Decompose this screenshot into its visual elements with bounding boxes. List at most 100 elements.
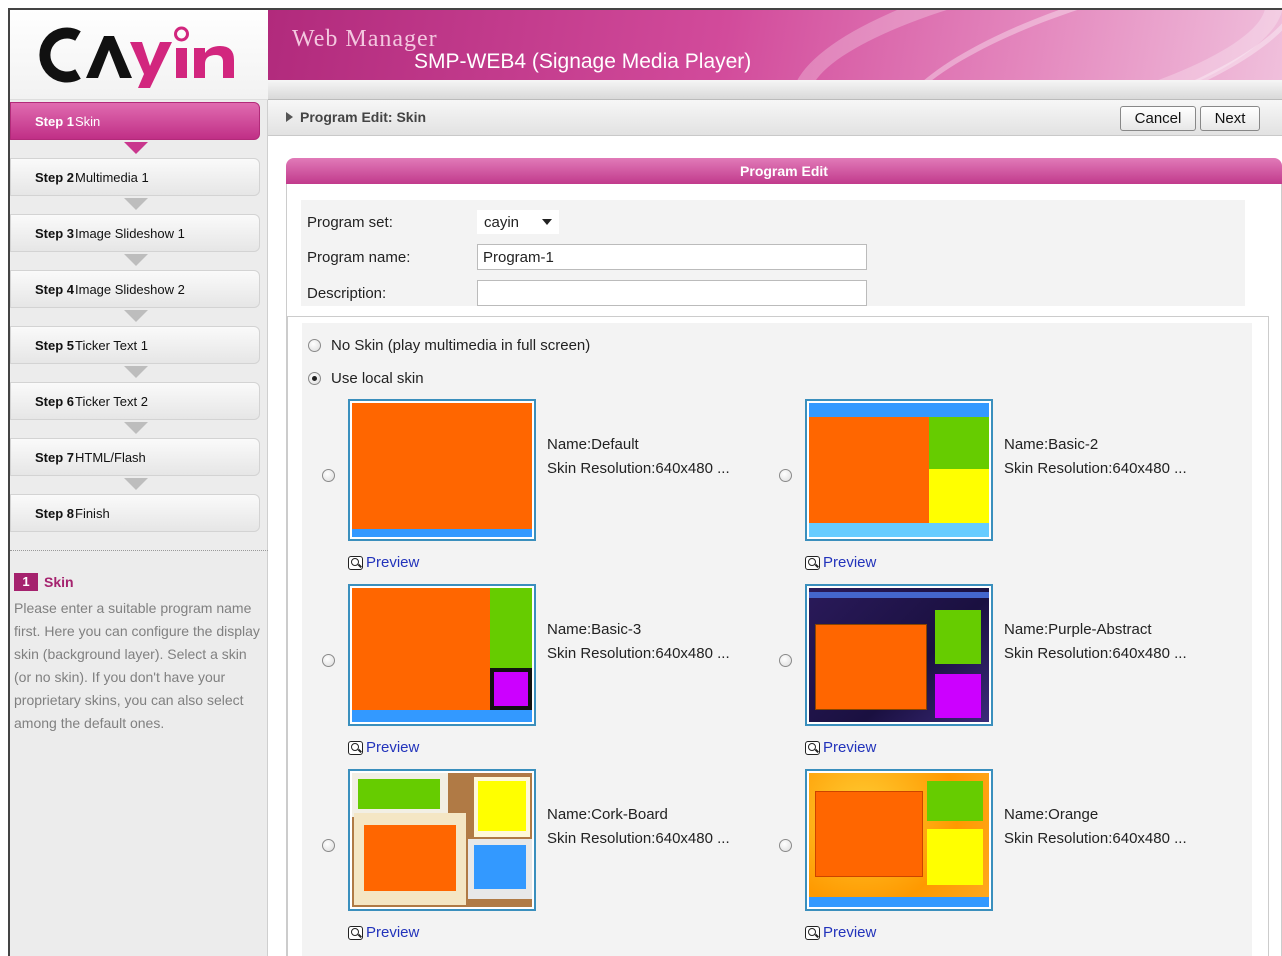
- skin-radio-basic-3[interactable]: [322, 654, 335, 667]
- program-set-value: cayin: [484, 213, 520, 231]
- program-name-label: Program name:: [307, 248, 411, 266]
- description-input[interactable]: [477, 280, 867, 306]
- triangle-right-icon: [286, 112, 293, 123]
- help-text: Please enter a suitable program name fir…: [14, 600, 260, 731]
- no-skin-option[interactable]: No Skin (play multimedia in full screen): [308, 337, 590, 354]
- step-number: Step 6: [35, 393, 75, 409]
- skin-resolution: Skin Resolution:640x480 ...: [547, 645, 730, 662]
- program-set-label: Program set:: [307, 213, 393, 231]
- magnifier-icon: [805, 555, 820, 570]
- step-name: Finish: [75, 505, 110, 521]
- cayin-logo: [38, 22, 243, 88]
- left-sidebar: Step 1 Skin Step 2 Multimedia 1 Step 3 I…: [10, 10, 268, 956]
- skin-resolution: Skin Resolution:640x480 ...: [547, 830, 730, 847]
- skin-resolution: Skin Resolution:640x480 ...: [547, 460, 730, 477]
- cayin-logo-icon: [39, 26, 234, 88]
- skin-thumbnail-cork-board[interactable]: [348, 769, 536, 911]
- skin-resolution: Skin Resolution:640x480 ...: [1004, 830, 1187, 847]
- skin-card-basic-2: Name:Basic-2 Skin Resolution:640x480 ...…: [779, 399, 1239, 584]
- local-skin-radio[interactable]: [308, 372, 321, 385]
- skin-thumbnail-orange[interactable]: [805, 769, 993, 911]
- app-title: Web Manager: [292, 26, 438, 52]
- step-number: Step 1: [35, 113, 75, 129]
- preview-link[interactable]: Preview: [348, 554, 419, 571]
- step-number: Step 2: [35, 169, 75, 185]
- breadcrumb: Program Edit: Skin: [286, 109, 426, 125]
- step-item-finish[interactable]: Step 8 Finish: [10, 494, 260, 532]
- skin-card-default: Name:Default Skin Resolution:640x480 ...…: [322, 399, 782, 584]
- step-name: Multimedia 1: [75, 169, 149, 185]
- step-arrow-icon: [124, 422, 148, 434]
- step-number: Step 7: [35, 449, 75, 465]
- skin-thumbnail-basic-2[interactable]: [805, 399, 993, 541]
- step-name: Ticker Text 1: [75, 337, 148, 353]
- step-item-skin[interactable]: Step 1 Skin: [10, 102, 260, 154]
- skin-card-orange: Name:Orange Skin Resolution:640x480 ... …: [779, 769, 1239, 954]
- step-name: Skin: [75, 113, 101, 129]
- skin-thumbnail-basic-3[interactable]: [348, 584, 536, 726]
- skin-name: Name:Orange: [1004, 806, 1099, 823]
- step-name: HTML/Flash: [75, 449, 146, 465]
- header-band: [268, 80, 1282, 100]
- step-item-image-slideshow-2[interactable]: Step 4 Image Slideshow 2: [10, 270, 260, 322]
- magnifier-icon: [348, 740, 363, 755]
- skin-thumbnail-default[interactable]: [348, 399, 536, 541]
- skin-radio-default[interactable]: [322, 469, 335, 482]
- step-item-ticker-text-1[interactable]: Step 5 Ticker Text 1: [10, 326, 260, 378]
- skin-thumbnail-purple-abstract[interactable]: [805, 584, 993, 726]
- cancel-button[interactable]: Cancel: [1120, 106, 1196, 131]
- skin-card-purple-abstract: Name:Purple-Abstract Skin Resolution:640…: [779, 584, 1239, 769]
- chevron-down-icon: [542, 219, 552, 225]
- no-skin-label: No Skin (play multimedia in full screen): [331, 337, 591, 354]
- program-name-row: Program name:: [307, 244, 867, 270]
- skin-info: Name:Default Skin Resolution:640x480 ...: [547, 433, 730, 481]
- program-set-select[interactable]: cayin: [477, 210, 559, 234]
- skin-radio-purple-abstract[interactable]: [779, 654, 792, 667]
- preview-link[interactable]: Preview: [805, 554, 876, 571]
- step-arrow-icon: [124, 310, 148, 322]
- preview-link[interactable]: Preview: [348, 739, 419, 756]
- step-arrow-icon: [124, 478, 148, 490]
- breadcrumb-text: Program Edit: Skin: [300, 109, 427, 125]
- preview-link[interactable]: Preview: [348, 924, 419, 941]
- step-badge: 1: [14, 573, 38, 591]
- magnifier-icon: [805, 740, 820, 755]
- local-skin-label: Use local skin: [331, 370, 424, 387]
- step-item-multimedia-1[interactable]: Step 2 Multimedia 1: [10, 158, 260, 210]
- description-row: Description:: [307, 280, 867, 306]
- local-skin-option[interactable]: Use local skin: [308, 370, 424, 387]
- program-form: Program set: cayin Program name: Descrip…: [301, 200, 1245, 306]
- skin-radio-basic-2[interactable]: [779, 469, 792, 482]
- program-set-row: Program set: cayin: [307, 209, 559, 235]
- program-name-input[interactable]: [477, 244, 867, 270]
- step-arrow-icon: [124, 254, 148, 266]
- step-item-ticker-text-2[interactable]: Step 6 Ticker Text 2: [10, 382, 260, 434]
- step-item-html-flash[interactable]: Step 7 HTML/Flash: [10, 438, 260, 490]
- app-frame: Step 1 Skin Step 2 Multimedia 1 Step 3 I…: [8, 8, 1282, 956]
- step-number: Step 4: [35, 281, 75, 297]
- skin-info: Name:Cork-Board Skin Resolution:640x480 …: [547, 803, 730, 851]
- main-content: Program Edit Program set: cayin Program …: [268, 136, 1282, 956]
- step-arrow-icon: [124, 198, 148, 210]
- preview-link[interactable]: Preview: [805, 924, 876, 941]
- next-button[interactable]: Next: [1200, 106, 1260, 131]
- step-arrow-icon: [124, 142, 148, 154]
- step-number: Step 8: [35, 505, 75, 521]
- skin-selection-area: No Skin (play multimedia in full screen)…: [302, 323, 1252, 956]
- preview-label: Preview: [823, 924, 877, 941]
- skin-card-cork-board: Name:Cork-Board Skin Resolution:640x480 …: [322, 769, 782, 954]
- no-skin-radio[interactable]: [308, 339, 321, 352]
- description-label: Description:: [307, 284, 387, 302]
- panel-title: Program Edit: [286, 158, 1282, 184]
- skin-radio-cork-board[interactable]: [322, 839, 335, 852]
- preview-label: Preview: [366, 739, 420, 756]
- step-number: Step 5: [35, 337, 75, 353]
- preview-link[interactable]: Preview: [805, 739, 876, 756]
- step-item-image-slideshow-1[interactable]: Step 3 Image Slideshow 1: [10, 214, 260, 266]
- app-header: Web Manager SMP-WEB4 (Signage Media Play…: [268, 10, 1282, 80]
- skin-name: Name:Purple-Abstract: [1004, 621, 1152, 638]
- toolbar: Program Edit: Skin Cancel Next: [268, 100, 1282, 136]
- device-title: SMP-WEB4 (Signage Media Player): [414, 50, 752, 73]
- step-name: Image Slideshow 2: [75, 281, 185, 297]
- skin-radio-orange[interactable]: [779, 839, 792, 852]
